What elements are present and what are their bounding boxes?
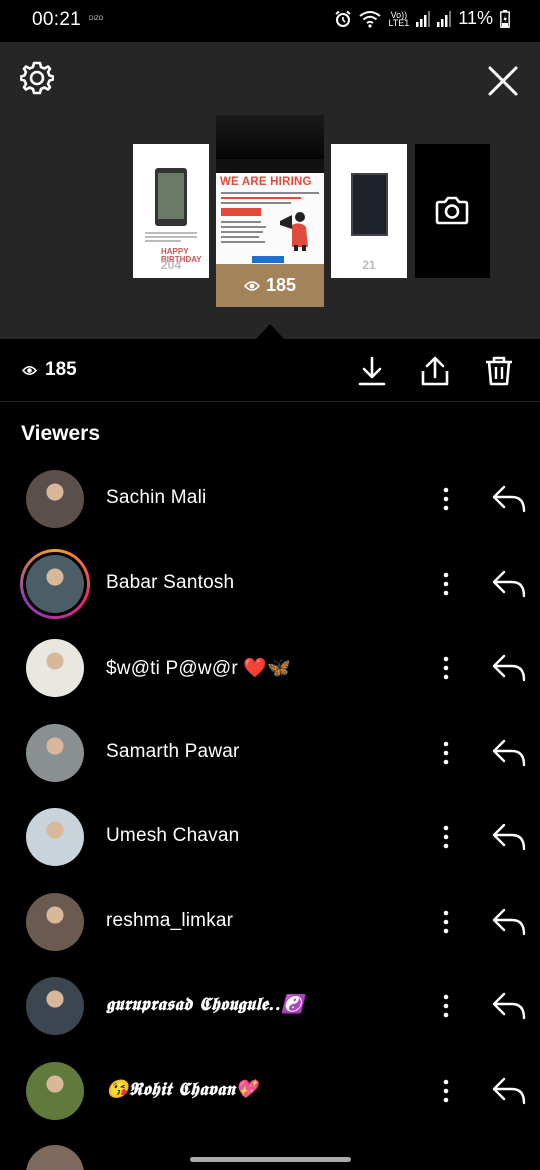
more-vertical-icon[interactable] — [436, 739, 456, 767]
story-carousel: HAPPY BIRTHDAY 204 WE ARE HIRING 185 21 — [0, 42, 540, 339]
more-vertical-icon[interactable] — [436, 908, 456, 936]
active-count-label: 185 — [265, 275, 297, 295]
gesture-home-bar[interactable] — [190, 1157, 351, 1162]
close-icon[interactable] — [486, 64, 520, 98]
viewer-name[interactable]: Babar Santosh — [106, 572, 234, 594]
viewer-row[interactable]: Sachin Mali — [0, 457, 540, 541]
story-thumb-birthday[interactable]: HAPPY BIRTHDAY 204 — [133, 144, 209, 278]
viewer-name[interactable]: Umesh Chavan — [106, 825, 239, 847]
viewer-row[interactable]: Babar Santosh — [0, 542, 540, 626]
avatar[interactable] — [26, 977, 84, 1035]
thumb-view-count: 21 — [362, 258, 376, 272]
thumb-text-lines — [145, 232, 197, 246]
status-bar: 00:21 DIZO Vo)) LTE1 11% — [0, 0, 540, 42]
wifi-icon — [359, 10, 382, 28]
eye-icon — [22, 365, 37, 375]
viewer-name[interactable]: Samarth Pawar — [106, 741, 240, 763]
reply-icon[interactable] — [492, 991, 526, 1021]
viewer-row[interactable]: Umesh Chavan — [0, 795, 540, 879]
viewers-heading: Viewers — [21, 422, 101, 445]
more-vertical-icon[interactable] — [436, 485, 456, 513]
delete-icon[interactable] — [484, 355, 514, 387]
viewer-row[interactable]: 𝖌𝖚𝖗𝖚𝖕𝖗𝖆𝖘𝖆𝖉 𝕮𝖍𝖔𝖚𝖌𝖚𝖑𝖊..☯️ — [0, 964, 540, 1048]
story-thumb-night[interactable]: 21 — [331, 144, 407, 278]
total-views: 185 — [22, 359, 77, 381]
viewer-name[interactable]: 𝖌𝖚𝖗𝖚𝖕𝖗𝖆𝖘𝖆𝖉 𝕮𝖍𝖔𝖚𝖌𝖚𝖑𝖊..☯️ — [106, 994, 304, 1015]
reply-icon[interactable] — [492, 484, 526, 514]
signal-icon-2 — [437, 10, 452, 27]
viewer-row[interactable]: Samarth Pawar — [0, 711, 540, 795]
thumb-photo — [155, 168, 187, 226]
megaphone-person-icon — [280, 212, 308, 251]
viewer-row[interactable]: reshma_limkar — [0, 880, 540, 964]
volte-indicator: Vo)) LTE1 — [388, 10, 410, 28]
thumb-view-count: 204 — [160, 258, 182, 272]
reply-icon[interactable] — [492, 738, 526, 768]
reply-icon[interactable] — [492, 1076, 526, 1106]
signal-icon-1 — [416, 10, 431, 27]
active-thumb-pointer — [256, 324, 284, 339]
viewer-row[interactable]: 😘𝕽𝖔𝖍𝖎𝖙 𝕮𝖍𝖆𝖛𝖆𝖓💖 — [0, 1049, 540, 1133]
avatar[interactable] — [26, 470, 84, 528]
settings-gear-icon[interactable] — [20, 61, 54, 95]
more-vertical-icon[interactable] — [436, 654, 456, 682]
status-carrier: DIZO — [89, 16, 104, 22]
camera-icon — [435, 196, 469, 225]
viewer-name[interactable]: reshma_limkar — [106, 910, 233, 932]
more-vertical-icon[interactable] — [436, 570, 456, 598]
avatar[interactable] — [26, 893, 84, 951]
avatar[interactable] — [26, 1145, 84, 1170]
reply-icon[interactable] — [492, 569, 526, 599]
poster-headline: WE ARE HIRING — [220, 176, 312, 188]
viewer-name[interactable]: $w@ti P@w@r ❤️🦋 — [106, 656, 291, 680]
viewer-name[interactable]: 😘𝕽𝖔𝖍𝖎𝖙 𝕮𝖍𝖆𝖛𝖆𝖓💖 — [106, 1079, 258, 1100]
avatar-story-ring[interactable] — [20, 549, 90, 619]
avatar[interactable] — [26, 639, 84, 697]
story-action-row: 185 — [0, 339, 540, 402]
reply-icon[interactable] — [492, 907, 526, 937]
avatar[interactable] — [26, 808, 84, 866]
thumb-photo — [351, 173, 388, 236]
alarm-icon — [335, 10, 352, 27]
avatar[interactable] — [26, 1062, 84, 1120]
more-vertical-icon[interactable] — [436, 823, 456, 851]
download-icon[interactable] — [357, 355, 387, 387]
volte-bottom-label: LTE1 — [388, 17, 410, 28]
active-view-count: 185 — [216, 264, 324, 307]
avatar[interactable] — [26, 724, 84, 782]
battery-percent: 11% — [458, 8, 493, 28]
reply-icon[interactable] — [492, 653, 526, 683]
hiring-poster: WE ARE HIRING — [216, 159, 324, 264]
status-time: 00:21 — [32, 9, 82, 30]
story-thumb-active[interactable]: WE ARE HIRING 185 — [216, 115, 324, 307]
more-vertical-icon[interactable] — [436, 992, 456, 1020]
reply-icon[interactable] — [492, 822, 526, 852]
more-vertical-icon[interactable] — [436, 1077, 456, 1105]
total-views-label: 185 — [45, 359, 77, 380]
share-icon[interactable] — [420, 355, 450, 387]
viewer-row[interactable]: $w@ti P@w@r ❤️🦋 — [0, 626, 540, 710]
eye-icon — [243, 280, 260, 291]
add-story-card[interactable] — [415, 144, 490, 278]
status-icons: Vo)) LTE1 11% — [334, 8, 510, 29]
battery-icon — [500, 9, 510, 28]
viewer-name[interactable]: Sachin Mali — [106, 487, 206, 509]
